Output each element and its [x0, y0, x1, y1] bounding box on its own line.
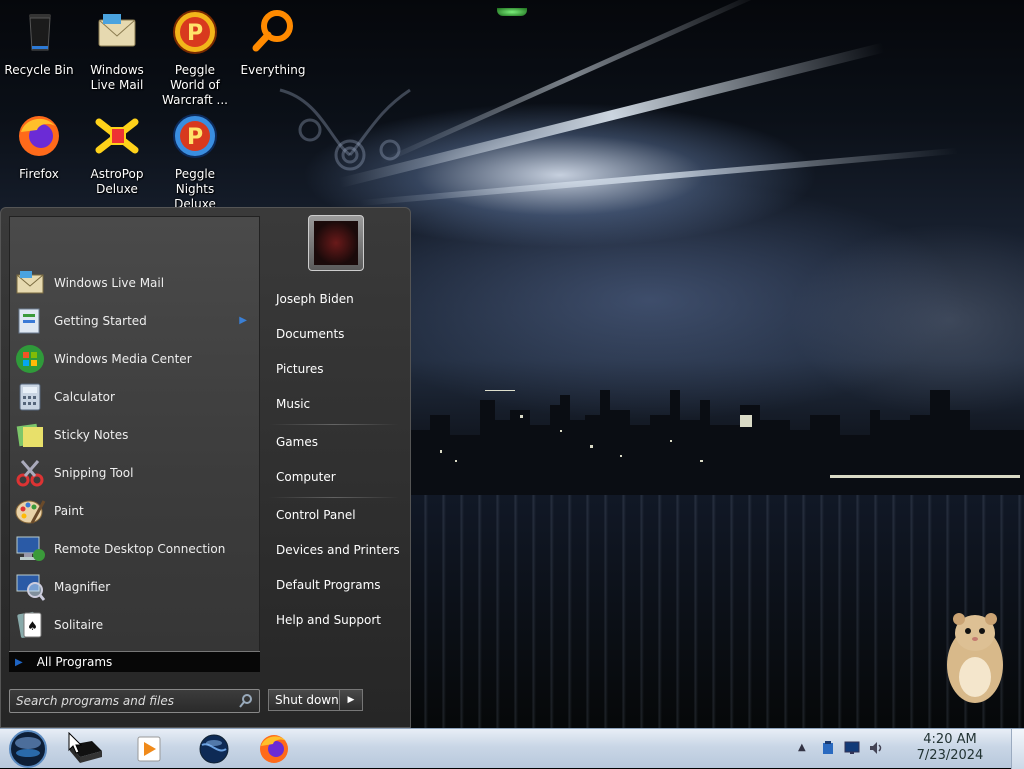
program-calculator[interactable]: Calculator: [12, 379, 257, 415]
network-device-icon[interactable]: [820, 740, 836, 756]
system-clock[interactable]: 4:20 AM 7/23/2024: [900, 732, 1000, 764]
desktop-icon-recycle-bin[interactable]: Recycle Bin: [0, 8, 78, 78]
desktop-icon-firefox[interactable]: Firefox: [0, 112, 78, 182]
peggle-icon: P: [173, 10, 217, 54]
volume-icon[interactable]: [868, 740, 884, 756]
program-windows-media-center[interactable]: Windows Media Center: [12, 341, 257, 377]
show-desktop-button[interactable]: [1011, 729, 1024, 769]
link-control-panel[interactable]: Control Panel: [276, 508, 356, 522]
sticky-notes-icon: [16, 423, 43, 447]
firefox-icon[interactable]: [254, 731, 294, 767]
user-avatar[interactable]: [308, 215, 364, 271]
astropop-icon: [95, 118, 139, 154]
program-solitaire[interactable]: ♠ Solitaire: [12, 607, 257, 643]
show-hidden-icons-arrow-icon[interactable]: ▲: [798, 740, 814, 756]
media-center-icon: [16, 345, 44, 373]
link-documents[interactable]: Documents: [276, 327, 344, 341]
shutdown-options-arrow-icon[interactable]: ▶: [339, 690, 362, 710]
water-reflection: [410, 495, 1024, 728]
scissors-icon: [16, 460, 44, 487]
link-help-and-support[interactable]: Help and Support: [276, 613, 381, 627]
hamster-gadget: [947, 613, 1003, 703]
media-player-icon[interactable]: [130, 731, 170, 767]
link-devices-and-printers[interactable]: Devices and Printers: [276, 543, 400, 557]
paint-palette-icon: [15, 500, 46, 524]
windows-live-mail-icon: [98, 14, 136, 47]
separator: [269, 497, 399, 498]
play-arrow-icon: ▶: [15, 656, 23, 668]
monitor-icon[interactable]: [844, 740, 860, 756]
start-menu-programs-list: Windows Live Mail Getting Started ▶ Wind…: [9, 216, 260, 653]
mail-icon: [16, 271, 44, 294]
link-default-programs[interactable]: Default Programs: [276, 578, 381, 592]
program-getting-started[interactable]: Getting Started ▶: [12, 303, 257, 339]
taskbar: ▲ 4:20 AM 7/23/2024: [0, 728, 1024, 769]
program-paint[interactable]: Paint: [12, 493, 257, 529]
clock-time: 4:20 AM: [923, 732, 977, 747]
program-windows-live-mail[interactable]: Windows Live Mail: [12, 265, 257, 301]
calculator-icon: [19, 383, 41, 411]
firefox-icon: [19, 116, 59, 156]
all-programs-button[interactable]: ▶ All Programs: [9, 651, 260, 672]
desktop-icon-peggle-wow[interactable]: P Peggle World of Warcraft ...: [156, 8, 234, 108]
link-games[interactable]: Games: [276, 435, 318, 449]
start-orb-icon[interactable]: [6, 729, 50, 769]
svg-text:P: P: [187, 125, 203, 150]
desktop-icon-peggle-nights[interactable]: P Peggle Nights Deluxe: [156, 112, 234, 212]
desktop-icon-astropop[interactable]: AstroPop Deluxe: [78, 112, 156, 197]
svg-text:P: P: [187, 21, 203, 46]
link-computer[interactable]: Computer: [276, 470, 336, 484]
search-icon: [239, 694, 252, 708]
cards-icon: ♠: [17, 611, 42, 638]
start-menu: Windows Live Mail Getting Started ▶ Wind…: [0, 207, 411, 728]
link-music[interactable]: Music: [276, 397, 310, 411]
mouse-cursor-icon: [68, 732, 82, 754]
magnifier-search-icon: [252, 10, 293, 52]
peggle-nights-icon: P: [173, 114, 217, 158]
clock-date: 7/23/2024: [916, 748, 984, 763]
program-magnifier[interactable]: Magnifier: [12, 569, 257, 605]
link-pictures[interactable]: Pictures: [276, 362, 324, 376]
submenu-arrow-icon: ▶: [239, 315, 247, 326]
desktop-icon-windows-live-mail[interactable]: Windows Live Mail: [78, 8, 156, 93]
program-snipping-tool[interactable]: Snipping Tool: [12, 455, 257, 491]
program-remote-desktop[interactable]: Remote Desktop Connection: [12, 531, 257, 567]
remote-desktop-icon: [16, 536, 45, 561]
shutdown-button[interactable]: Shut down ▶: [268, 689, 363, 711]
search-programs-input[interactable]: Search programs and files: [9, 689, 260, 713]
avatar-picture: [314, 221, 358, 265]
svg-text:♠: ♠: [27, 619, 38, 633]
link-user-folder[interactable]: Joseph Biden: [276, 292, 354, 306]
recycle-bin-icon: [29, 14, 51, 51]
magnifier-icon: [16, 574, 46, 601]
desktop-icon-everything[interactable]: Everything: [234, 8, 312, 78]
swirl-ornament: [279, 88, 411, 171]
city-skyline: [410, 390, 1024, 495]
program-sticky-notes[interactable]: Sticky Notes: [12, 417, 257, 453]
getting-started-icon: [18, 308, 40, 334]
separator: [269, 424, 399, 425]
globe-icon[interactable]: [194, 731, 234, 767]
